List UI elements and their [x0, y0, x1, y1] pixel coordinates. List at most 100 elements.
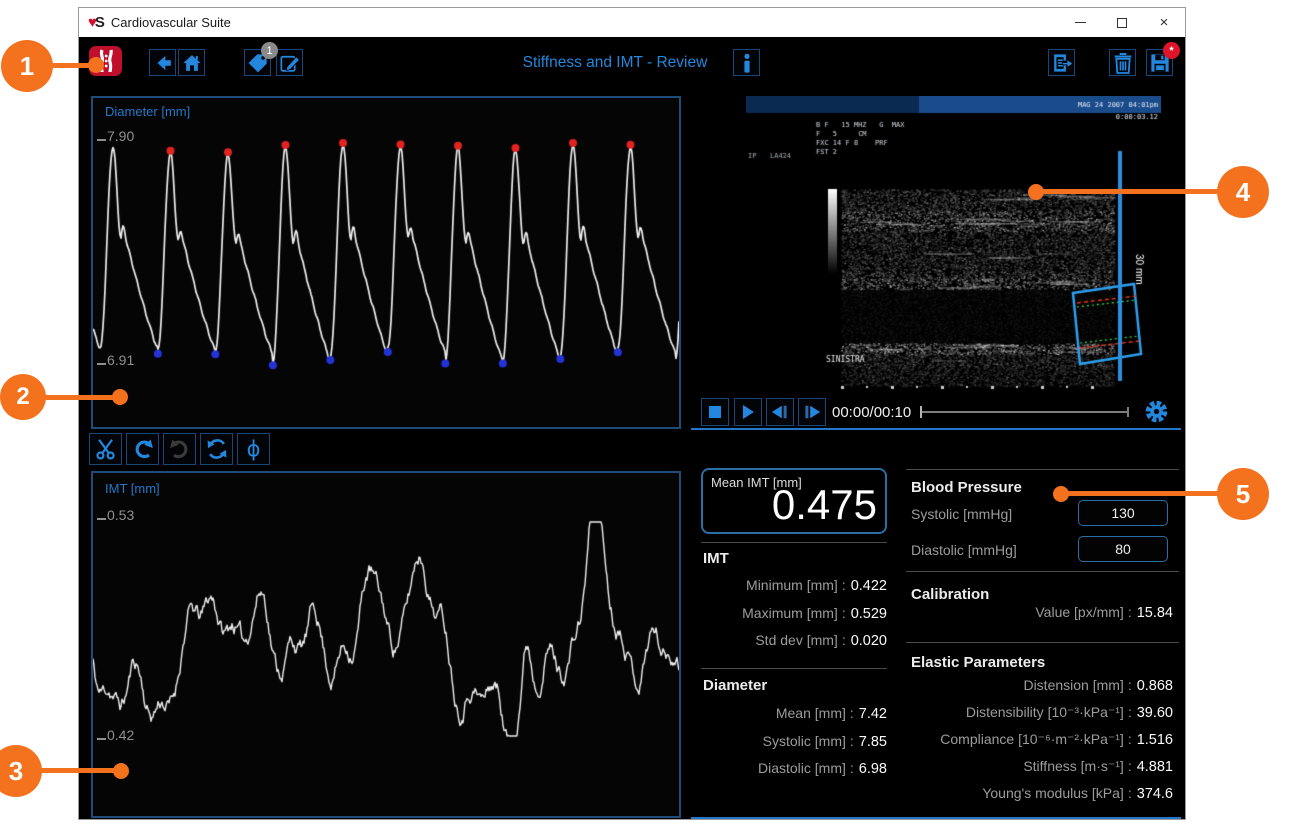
bottom-separator-line [691, 817, 1181, 819]
systolic-bp-label: Systolic [mmHg] [911, 506, 1012, 522]
unsaved-changes-badge: * [1163, 42, 1180, 59]
window-title: Cardiovascular Suite [111, 15, 231, 30]
arrow-left-icon [152, 52, 174, 74]
divider [906, 571, 1179, 572]
redo-icon [168, 437, 192, 461]
export-icon [1051, 52, 1073, 74]
undo-icon [131, 437, 155, 461]
minimize-icon [1075, 22, 1086, 23]
callout-3-line [36, 768, 118, 773]
diameter-diastolic-row: Diastolic [mm]:6.98 [701, 760, 887, 777]
play-button[interactable] [734, 398, 762, 426]
next-frame-button[interactable] [798, 398, 826, 426]
diastolic-bp-label: Diastolic [mmHg] [911, 542, 1017, 558]
save-button[interactable]: * [1146, 49, 1173, 76]
divider [701, 668, 887, 669]
callout-5-dot [1053, 486, 1069, 502]
callout-5: 5 [1217, 468, 1269, 520]
distensibility-row: Distensibility [10⁻³·kPa⁻¹]:39.60 [906, 704, 1173, 721]
callout-1: 1 [1, 40, 53, 92]
callout-2-line [40, 395, 118, 400]
diameter-chart-panel: Diameter [mm] 7.90 6.91 [91, 96, 681, 429]
play-icon [740, 404, 756, 420]
seek-playhead[interactable] [920, 406, 922, 418]
imt-max-row: Maximum [mm]:0.529 [701, 605, 887, 622]
tag-count-badge: 1 [261, 42, 278, 59]
gear-icon [1144, 399, 1169, 424]
stiffness-row: Stiffness [m·s⁻¹]:4.881 [906, 758, 1173, 775]
callout-3: 3 [0, 745, 42, 797]
info-button[interactable] [733, 49, 760, 76]
stop-button[interactable] [701, 398, 729, 426]
imt-min-row: Minimum [mm]:0.422 [701, 577, 887, 594]
seek-bar-end [1127, 407, 1129, 417]
mean-imt-box: Mean IMT [mm] 0.475 [701, 468, 887, 534]
divider [906, 469, 1179, 470]
tick-mark [97, 738, 106, 740]
scissors-icon [94, 437, 118, 461]
callout-2: 2 [0, 374, 46, 420]
youngs-modulus-row: Young's modulus [kPa]:374.6 [906, 785, 1173, 802]
imt-y-min: 0.42 [97, 727, 134, 743]
compliance-row: Compliance [10⁻⁶·m⁻²·kPa⁻¹]:1.516 [906, 731, 1173, 748]
edit-notes-button[interactable] [276, 49, 303, 76]
video-settings-button[interactable] [1142, 397, 1170, 425]
app-window: ♥S Cardiovascular Suite × 1 [78, 7, 1186, 820]
callout-2-dot [112, 389, 128, 405]
divider [701, 542, 887, 543]
divider [906, 642, 1179, 643]
imt-section-heading: IMT [703, 550, 729, 567]
callout-4-line [1042, 189, 1222, 194]
step-back-icon [771, 404, 789, 420]
playback-time: 00:00/00:10 [832, 404, 911, 421]
calibration-heading: Calibration [911, 586, 989, 603]
tag-button[interactable]: 1 [244, 49, 271, 76]
minimize-button[interactable] [1059, 8, 1101, 37]
callout-4-dot [1028, 184, 1044, 200]
edit-icon [279, 52, 301, 74]
home-button[interactable] [178, 49, 205, 76]
imt-y-max: 0.53 [97, 507, 134, 523]
diameter-mean-row: Mean [mm]:7.42 [701, 705, 887, 722]
tick-mark [97, 363, 106, 365]
cut-button[interactable] [89, 433, 122, 465]
waveform-edit-toolbar: ϕ [89, 433, 270, 465]
systolic-bp-input[interactable] [1078, 500, 1168, 526]
distension-row: Distension [mm]:0.868 [906, 677, 1173, 694]
refresh-icon [205, 437, 229, 461]
phase-button[interactable]: ϕ [237, 433, 270, 465]
diastolic-bp-input[interactable] [1078, 536, 1168, 562]
close-icon: × [1160, 15, 1169, 30]
export-report-button[interactable] [1048, 49, 1075, 76]
diameter-waveform-canvas[interactable] [93, 98, 679, 427]
step-forward-icon [803, 404, 821, 420]
info-icon [738, 53, 756, 73]
callout-5-line [1066, 491, 1222, 496]
trash-icon [1113, 52, 1133, 74]
mean-imt-value: 0.475 [772, 484, 877, 526]
phi-icon: ϕ [247, 437, 261, 461]
callout-1-dot [88, 57, 104, 73]
ultrasound-video[interactable] [746, 96, 1161, 392]
maximize-icon [1117, 18, 1127, 28]
callout-4: 4 [1217, 166, 1269, 218]
undo-button[interactable] [126, 433, 159, 465]
close-button[interactable]: × [1143, 8, 1185, 37]
imt-chart-panel: IMT [mm] 0.53 0.42 [91, 471, 681, 818]
delete-button[interactable] [1109, 49, 1136, 76]
tick-mark [97, 518, 106, 520]
calibration-value-row: Value [px/mm]:15.84 [906, 604, 1173, 621]
imt-waveform-canvas[interactable] [93, 473, 679, 816]
imt-chart-label: IMT [mm] [105, 481, 160, 496]
back-button[interactable] [149, 49, 176, 76]
redo-button[interactable] [163, 433, 196, 465]
previous-frame-button[interactable] [766, 398, 794, 426]
main-toolbar: 1 Stiffness and IMT - Review [79, 37, 1185, 93]
elastic-parameters-heading: Elastic Parameters [911, 654, 1045, 671]
recompute-button[interactable] [200, 433, 233, 465]
diameter-y-min: 6.91 [97, 352, 134, 368]
maximize-button[interactable] [1101, 8, 1143, 37]
seek-bar[interactable] [921, 411, 1128, 413]
blood-pressure-heading: Blood Pressure [911, 479, 1022, 496]
page-title: Stiffness and IMT - Review [499, 54, 731, 72]
